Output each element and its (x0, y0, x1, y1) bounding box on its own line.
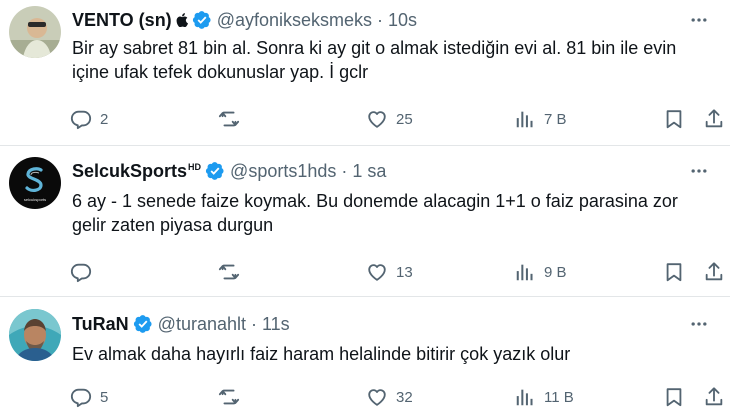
tweet-header: SelcukSportsHD @sports1hds · 1 sa (72, 159, 720, 183)
view-count: 11 B (544, 388, 574, 406)
tweet-header: TuRaN @turanahlt · 11s (72, 312, 720, 336)
view-count: 7 B (544, 110, 567, 128)
apple-icon (176, 13, 188, 27)
avatar[interactable] (9, 309, 61, 361)
verified-badge-icon[interactable] (133, 314, 153, 334)
display-name-suffix: HD (188, 161, 202, 172)
avatar[interactable]: selcuksports (9, 157, 61, 209)
tweet-text: Ev almak daha hayırlı faiz haram helalin… (72, 344, 571, 364)
like-icon (366, 261, 388, 283)
bookmark-icon (663, 108, 685, 130)
retweet-button[interactable] (218, 384, 248, 410)
reply-icon (70, 108, 92, 130)
views-icon (514, 261, 536, 283)
view-count: 9 B (544, 263, 567, 281)
bookmark-icon (663, 261, 685, 283)
views-icon (514, 108, 536, 130)
like-count: 32 (396, 388, 413, 406)
views-button[interactable]: 11 B (514, 384, 574, 410)
more-icon[interactable] (688, 312, 710, 336)
tweet-text: Bir ay sabret 81 bin al. Sonra ki ay git… (72, 38, 677, 82)
like-button[interactable]: 32 (366, 384, 413, 410)
display-name[interactable]: TuRaN (72, 314, 129, 335)
retweet-icon (218, 261, 240, 283)
more-icon[interactable] (688, 159, 710, 183)
like-button[interactable]: 13 (366, 259, 413, 285)
tweet-feed: VENTO (sn) @ayfonikseksmeks · 10s Bir ay… (0, 0, 730, 420)
share-button[interactable] (703, 106, 725, 132)
reply-button[interactable]: 2 (70, 106, 108, 132)
tweet[interactable]: TuRaN @turanahlt · 11s Ev almak daha hay… (0, 297, 730, 420)
more-icon[interactable] (688, 8, 710, 32)
reply-button[interactable]: 5 (70, 384, 108, 410)
like-icon (366, 108, 388, 130)
retweet-icon (218, 108, 240, 130)
verified-badge-icon[interactable] (192, 10, 212, 30)
tweet-header: VENTO (sn) @ayfonikseksmeks · 10s (72, 8, 720, 32)
timestamp[interactable]: 10s (388, 10, 417, 31)
separator-dot: · (377, 9, 384, 30)
views-button[interactable]: 9 B (514, 259, 567, 285)
retweet-button[interactable] (218, 259, 248, 285)
tweet-actions: 13 9 B (70, 259, 730, 285)
verified-badge-icon[interactable] (205, 161, 225, 181)
tweet[interactable]: selcuksports SelcukSportsHD @sports1hds … (0, 146, 730, 297)
tweet-actions: 2 25 7 B (70, 106, 730, 132)
share-button[interactable] (703, 259, 725, 285)
reply-count: 5 (100, 388, 109, 406)
bookmark-icon (663, 386, 685, 408)
tweet-text: 6 ay - 1 senede faize koymak. Bu donemde… (72, 191, 678, 235)
display-name[interactable]: VENTO (sn) (72, 10, 172, 31)
reply-icon (70, 386, 92, 408)
views-button[interactable]: 7 B (514, 106, 567, 132)
avatar-caption: selcuksports (24, 197, 46, 202)
user-handle[interactable]: @sports1hds (230, 161, 336, 182)
reply-button[interactable] (70, 259, 100, 285)
like-count: 25 (396, 110, 413, 128)
user-handle[interactable]: @turanahlt (158, 314, 246, 335)
bookmark-button[interactable] (663, 106, 685, 132)
share-button[interactable] (703, 384, 725, 410)
tweet[interactable]: VENTO (sn) @ayfonikseksmeks · 10s Bir ay… (0, 0, 730, 146)
timestamp[interactable]: 11s (262, 314, 290, 335)
separator-dot: · (251, 313, 257, 334)
display-name-text: SelcukSports (72, 160, 188, 181)
tweet-actions: 5 32 11 B (70, 384, 730, 410)
reply-count: 2 (100, 110, 109, 128)
share-icon (703, 108, 725, 130)
reply-icon (70, 261, 92, 283)
separator-dot: · (341, 160, 348, 181)
share-icon (703, 386, 725, 408)
timestamp[interactable]: 1 sa (352, 161, 386, 182)
like-count: 13 (396, 263, 413, 281)
like-button[interactable]: 25 (366, 106, 413, 132)
display-name[interactable]: SelcukSportsHD (72, 161, 201, 182)
bookmark-button[interactable] (663, 384, 685, 410)
avatar[interactable] (9, 6, 61, 58)
share-icon (703, 261, 725, 283)
retweet-icon (218, 386, 240, 408)
like-icon (366, 386, 388, 408)
user-handle[interactable]: @ayfonikseksmeks (217, 10, 372, 31)
retweet-button[interactable] (218, 106, 248, 132)
views-icon (514, 386, 536, 408)
bookmark-button[interactable] (663, 259, 685, 285)
